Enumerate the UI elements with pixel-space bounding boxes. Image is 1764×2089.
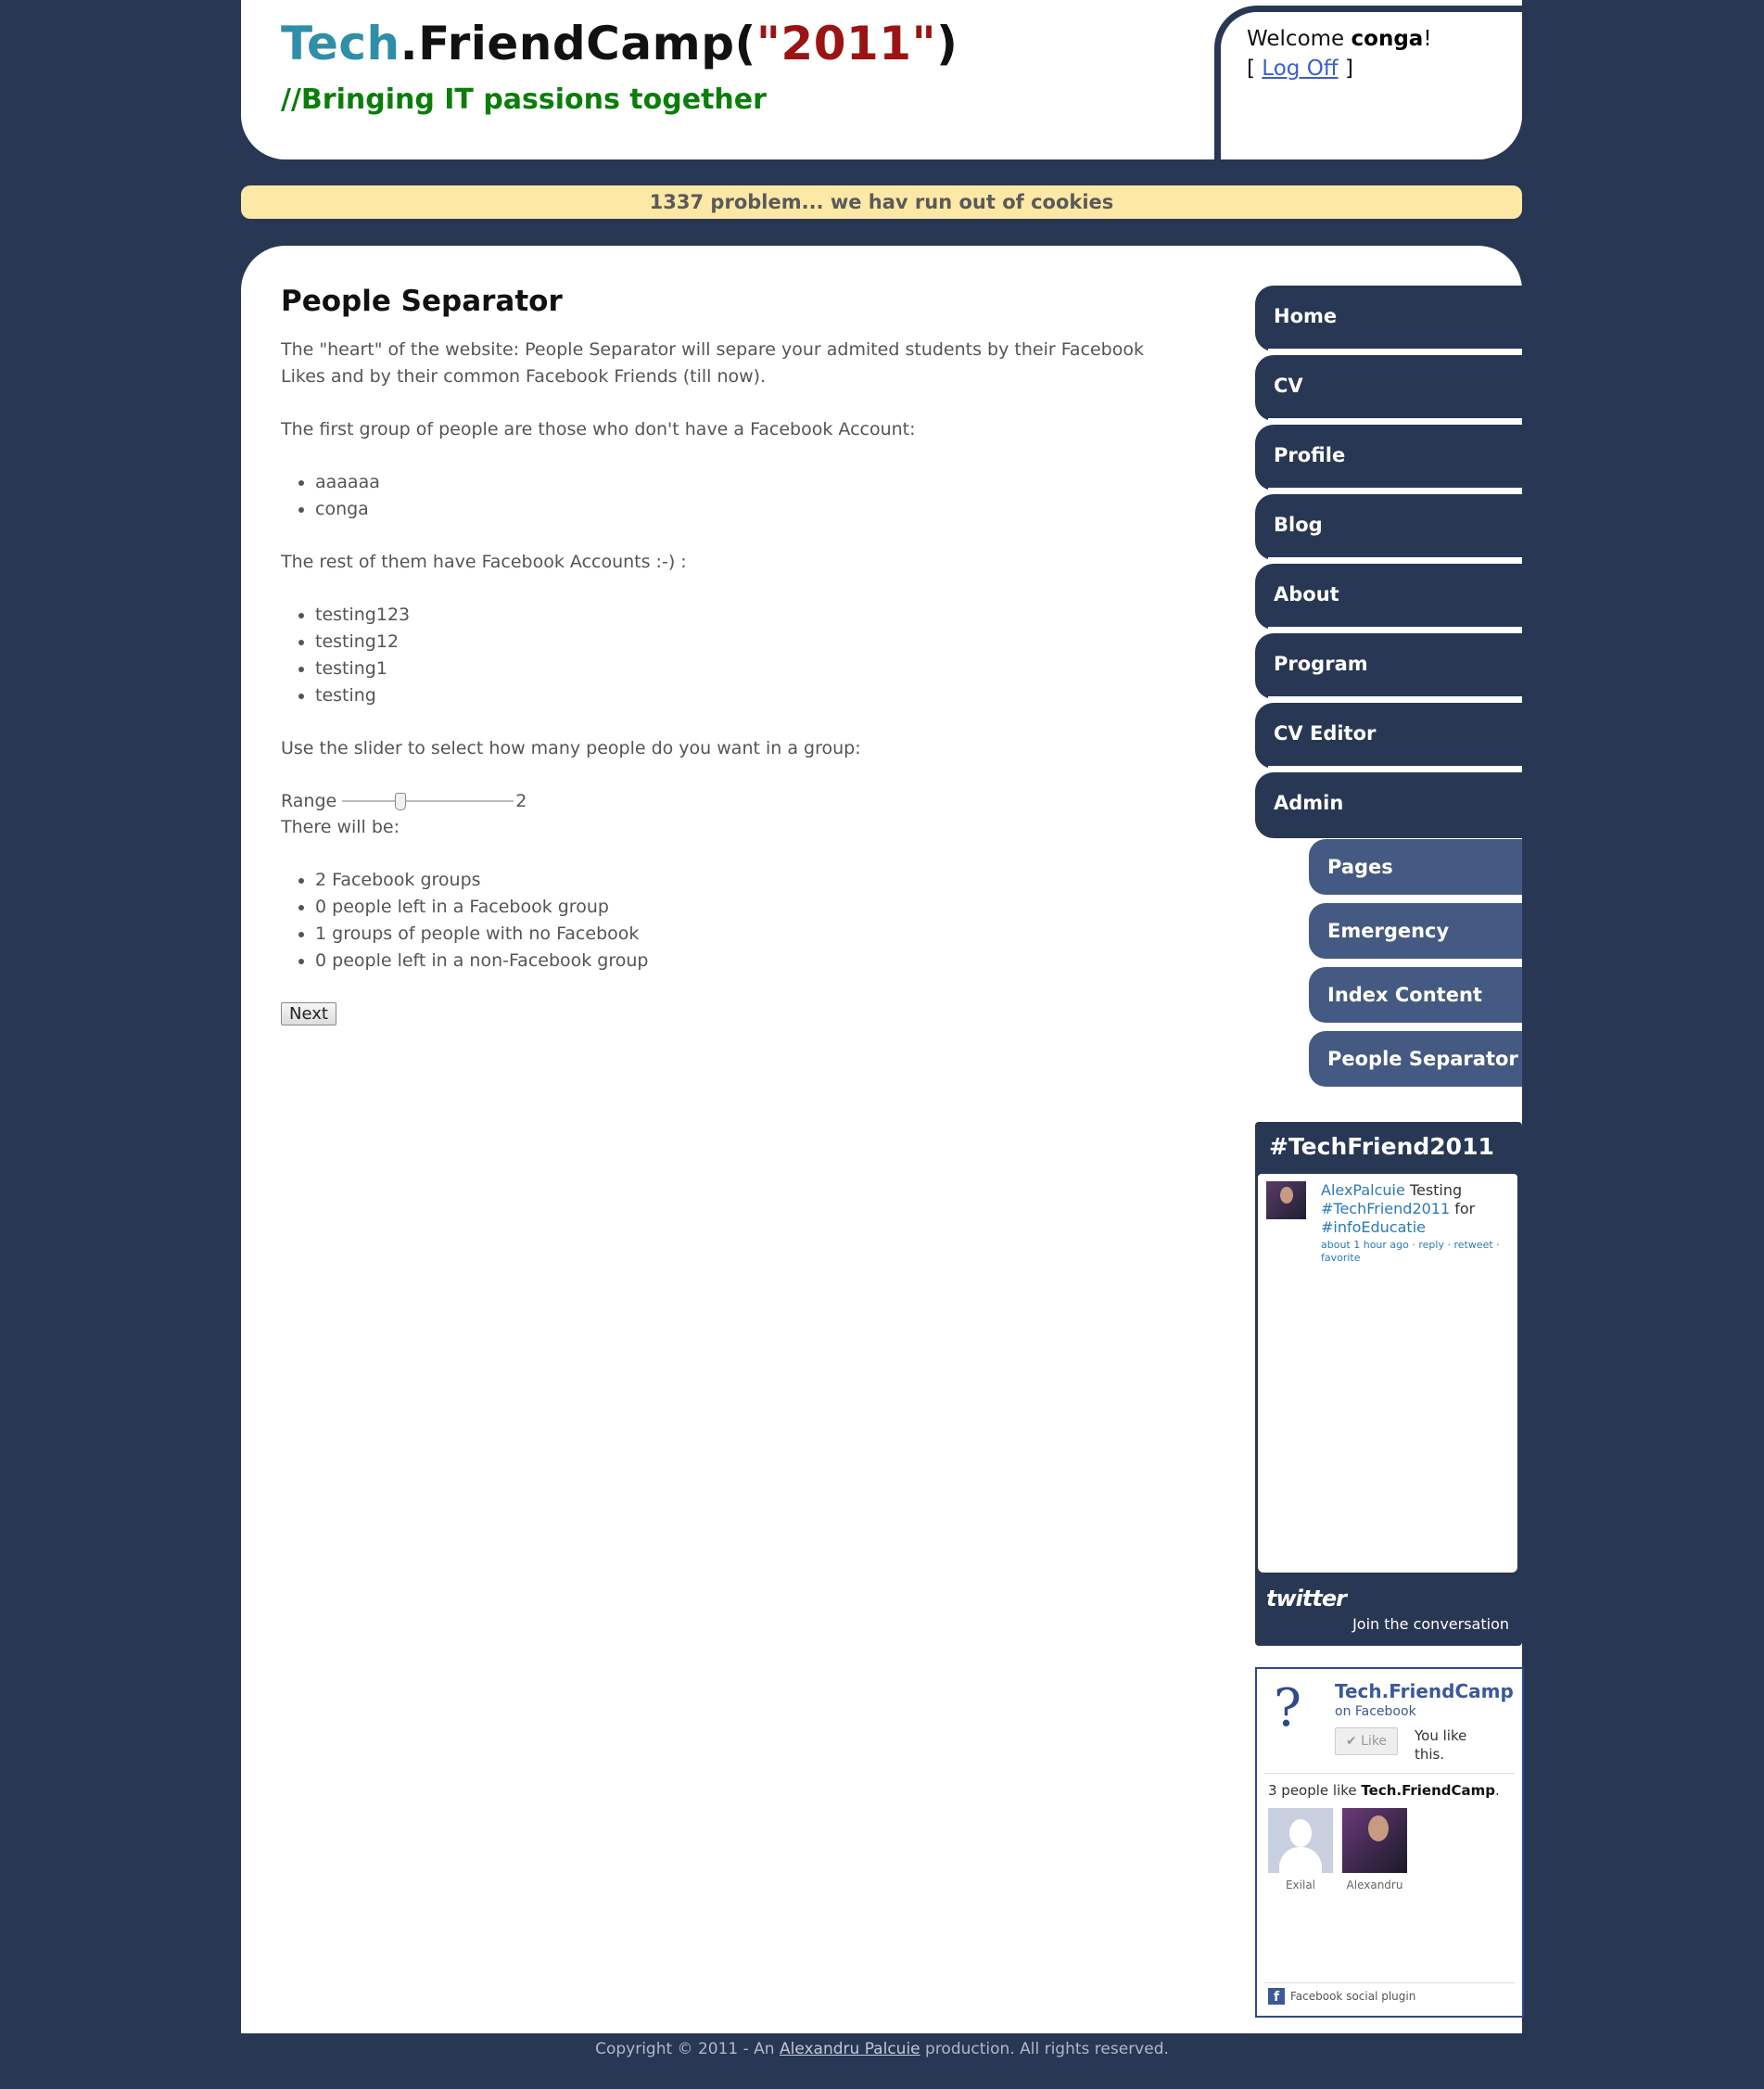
- fan-avatar[interactable]: [1342, 1808, 1407, 1873]
- page-avatar-icon: ?: [1274, 1678, 1302, 1739]
- slider-intro: Use the slider to select how many people…: [281, 738, 861, 758]
- tweet-text: for: [1450, 1200, 1476, 1217]
- fb-plugin-label: Facebook social plugin: [1290, 1990, 1416, 2003]
- list-item: 0 people left in a Facebook group: [315, 894, 1171, 921]
- fb-on-facebook: on Facebook: [1335, 1704, 1416, 1719]
- range-label: Range: [281, 790, 337, 811]
- main-panel: People Separator The "heart" of the webs…: [241, 246, 1524, 2033]
- nav-item-cv[interactable]: CV: [1255, 355, 1522, 422]
- facebook-like-box: ? Tech.FriendCamp on Facebook ✔ Like You…: [1255, 1667, 1524, 2018]
- notice-banner: 1337 problem... we hav run out of cookie…: [241, 185, 1522, 219]
- site-header: Tech.FriendCamp("2011") //Bringing IT pa…: [241, 0, 1522, 159]
- intro-text: The "heart" of the website: People Separ…: [281, 339, 1144, 387]
- range-slider[interactable]: [342, 792, 514, 810]
- tweet-avatar[interactable]: [1266, 1181, 1306, 1219]
- welcome-suffix: !: [1423, 27, 1432, 51]
- nav-item-about[interactable]: About: [1255, 564, 1522, 631]
- tweet-text: Testing: [1404, 1181, 1463, 1199]
- logo-close: ): [936, 17, 958, 70]
- list-item: aaaaaa: [315, 469, 1171, 496]
- tweet-hashtag-link[interactable]: #infoEducatie: [1321, 1218, 1426, 1236]
- tweet-user-link[interactable]: AlexPalcuie: [1321, 1181, 1405, 1199]
- count-suffix: .: [1495, 1782, 1500, 1799]
- bracket-open: [: [1247, 57, 1255, 81]
- range-row: Range 2: [281, 788, 1171, 814]
- tweet-hashtag-link[interactable]: #TechFriend2011: [1321, 1200, 1450, 1217]
- twitter-logo[interactable]: twitter: [1266, 1586, 1347, 1611]
- content-area: People Separator The "heart" of the webs…: [281, 283, 1171, 1027]
- there-will-be: There will be:: [281, 817, 400, 837]
- count-prefix: 3 people like: [1268, 1782, 1362, 1799]
- fb-you-like: You like this.: [1415, 1727, 1467, 1763]
- nav-item-program[interactable]: Program: [1255, 633, 1522, 700]
- fan-name[interactable]: Alexandru: [1342, 1879, 1407, 1892]
- nav-item-blog[interactable]: Blog: [1255, 494, 1522, 561]
- list-item: testing123: [315, 602, 1171, 629]
- user-box: Welcome conga! [ Log Off ]: [1214, 6, 1522, 159]
- divider: [1264, 1982, 1515, 1983]
- count-page-name: Tech.FriendCamp: [1361, 1782, 1496, 1799]
- logo-year: "2011": [755, 17, 937, 70]
- logoff-row: [ Log Off ]: [1247, 57, 1353, 81]
- nav-item-admin[interactable]: Admin: [1255, 772, 1522, 834]
- fb-list: testing123 testing12 testing1 testing: [281, 602, 1171, 709]
- main-nav: Home CV Profile Blog About Program CV Ed…: [1255, 286, 1522, 842]
- fb-page-name[interactable]: Tech.FriendCamp: [1335, 1680, 1514, 1702]
- subnav-item-index-content[interactable]: Index Content: [1309, 967, 1522, 1023]
- fb-like-button[interactable]: ✔ Like: [1335, 1727, 1398, 1755]
- fan-avatar[interactable]: [1268, 1808, 1333, 1873]
- twitter-title[interactable]: #TechFriend2011: [1269, 1133, 1494, 1160]
- username: conga: [1351, 27, 1424, 51]
- next-button[interactable]: Next: [281, 1002, 336, 1025]
- welcome-prefix: Welcome: [1247, 27, 1352, 51]
- footer-suffix: production. All rights reserved.: [920, 2040, 1169, 2058]
- site-footer: Copyright © 2011 - An Alexandru Palcuie …: [0, 2040, 1764, 2058]
- fb-plugin-footer[interactable]: f Facebook social plugin: [1268, 1988, 1415, 2005]
- nav-item-cv-editor[interactable]: CV Editor: [1255, 703, 1522, 770]
- subnav-item-pages[interactable]: Pages: [1309, 839, 1522, 895]
- bracket-close: ]: [1344, 57, 1353, 81]
- tweet-actions[interactable]: about 1 hour ago · reply · retweet · fav…: [1321, 1239, 1511, 1265]
- range-value: 2: [515, 790, 527, 811]
- list-item: 0 people left in a non-Facebook group: [315, 948, 1171, 974]
- no-fb-list: aaaaaa conga: [281, 469, 1171, 523]
- logo-tech: Tech: [281, 17, 400, 70]
- list-item: testing: [315, 682, 1171, 709]
- fb-like-count: 3 people like Tech.FriendCamp.: [1268, 1782, 1500, 1799]
- admin-subnav: Pages Emergency Index Content People Sep…: [1309, 839, 1522, 1095]
- facebook-icon: f: [1268, 1988, 1285, 2005]
- list-item: testing1: [315, 656, 1171, 682]
- fan-name[interactable]: Exilal: [1268, 1879, 1333, 1892]
- nav-item-home[interactable]: Home: [1255, 286, 1522, 352]
- join-conversation-link[interactable]: Join the conversation: [1352, 1615, 1509, 1633]
- page-title: People Separator: [281, 285, 563, 318]
- list-item: testing12: [315, 629, 1171, 656]
- list-item: 2 Facebook groups: [315, 867, 1171, 894]
- subnav-item-people-separator[interactable]: People Separator: [1309, 1031, 1522, 1087]
- logoff-link[interactable]: Log Off: [1262, 57, 1338, 81]
- divider: [1264, 1773, 1515, 1774]
- logo-name: .FriendCamp(: [400, 17, 756, 70]
- welcome-message: Welcome conga!: [1247, 27, 1432, 51]
- slider-handle[interactable]: [395, 793, 407, 810]
- site-tagline: //Bringing IT passions together: [281, 83, 767, 116]
- list-item: conga: [315, 496, 1171, 523]
- nav-item-profile[interactable]: Profile: [1255, 425, 1522, 491]
- results-list: 2 Facebook groups 0 people left in a Fac…: [281, 867, 1171, 974]
- list-item: 1 groups of people with no Facebook: [315, 921, 1171, 948]
- subnav-item-emergency[interactable]: Emergency: [1309, 903, 1522, 959]
- tweet: AlexPalcuie Testing #TechFriend2011 for …: [1321, 1181, 1511, 1265]
- site-logo[interactable]: Tech.FriendCamp("2011"): [281, 17, 958, 70]
- fb-intro: The rest of them have Facebook Accounts …: [281, 552, 687, 572]
- slider-track: [342, 800, 514, 802]
- twitter-feed: AlexPalcuie Testing #TechFriend2011 for …: [1258, 1174, 1517, 1573]
- author-link[interactable]: Alexandru Palcuie: [780, 2040, 920, 2058]
- footer-prefix: Copyright © 2011 - An: [595, 2040, 780, 2058]
- no-fb-intro: The first group of people are those who …: [281, 419, 916, 439]
- twitter-widget: #TechFriend2011 AlexPalcuie Testing #Tec…: [1255, 1122, 1522, 1646]
